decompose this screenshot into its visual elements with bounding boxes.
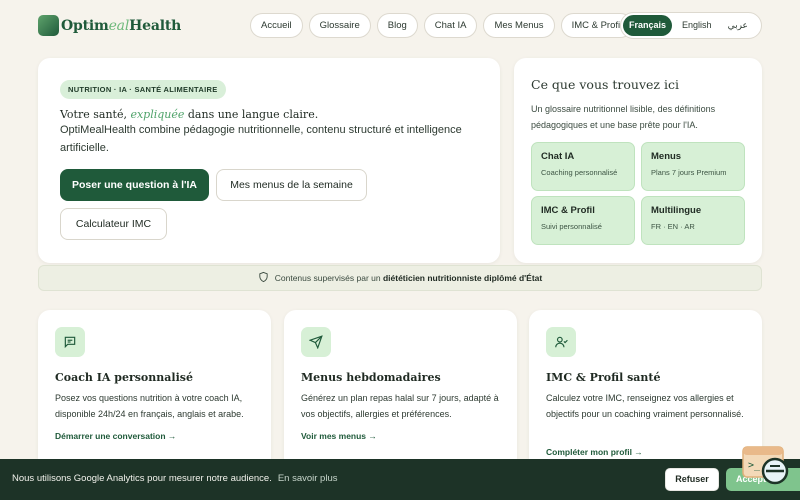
shield-icon — [258, 271, 269, 285]
hero-description: OptiMealHealth combine pédagogie nutriti… — [60, 124, 462, 154]
supervision-text: Contenus supervisés par un diététicien n… — [274, 273, 543, 283]
tile-subtitle: FR · EN · AR — [651, 222, 695, 231]
nav-glossaire[interactable]: Glossaire — [308, 13, 371, 38]
lang-ar[interactable]: عربي — [722, 15, 754, 36]
tile-title: Menus — [651, 151, 682, 162]
feature-description: Calculez votre IMC, renseignez vos aller… — [546, 393, 744, 419]
weekly-menus-button[interactable]: Mes menus de la semaine — [216, 169, 367, 201]
start-conversation-link[interactable]: Démarrer une conversation → — [55, 431, 176, 441]
feature-title: IMC & Profil santé — [546, 371, 661, 384]
cookie-learn-more-link[interactable]: En savoir plus — [278, 473, 338, 484]
summary-title: Ce que vous trouvez ici — [531, 77, 679, 92]
nav-blog[interactable]: Blog — [376, 13, 418, 38]
logo[interactable]: OptimealHealth — [38, 15, 181, 36]
lang-en[interactable]: English — [676, 15, 718, 36]
chat-widget-icon[interactable]: >_ — [740, 444, 792, 490]
language-switcher: Français English عربي — [620, 12, 762, 39]
tile-menus[interactable]: Menus Plans 7 jours Premium — [641, 142, 745, 191]
site-header: OptimealHealth Accueil Glossaire Blog Ch… — [0, 0, 800, 52]
logo-text: OptimealHealth — [61, 17, 182, 34]
features-summary-card: Ce que vous trouvez ici Un glossaire nut… — [514, 58, 762, 263]
message-square-icon — [55, 327, 85, 357]
hero-card: NUTRITION · IA · SANTÉ ALIMENTAIRE Votre… — [38, 58, 500, 263]
complete-profile-link[interactable]: Compléter mon profil → — [546, 447, 643, 457]
tile-title: IMC & Profil — [541, 205, 595, 216]
feature-description: Posez vos questions nutrition à votre co… — [55, 393, 244, 419]
feature-card-menus: Menus hebdomadaires Générez un plan repa… — [284, 310, 517, 470]
feature-card-imc: IMC & Profil santé Calculez votre IMC, r… — [529, 310, 762, 470]
nav-chat-ia[interactable]: Chat IA — [423, 13, 478, 38]
nav-mes-menus[interactable]: Mes Menus — [483, 13, 555, 38]
hero-tagline: Votre santé, expliquée dans une langue c… — [60, 108, 319, 121]
send-icon — [301, 327, 331, 357]
cookie-refuse-button[interactable]: Refuser — [665, 468, 719, 491]
user-profile-icon — [546, 327, 576, 357]
tile-chat-ia[interactable]: Chat IA Coaching personnalisé — [531, 142, 635, 191]
hero-badge: NUTRITION · IA · SANTÉ ALIMENTAIRE — [60, 80, 226, 99]
see-menus-link[interactable]: Voir mes menus → — [301, 431, 377, 441]
bmi-calculator-button[interactable]: Calculateur IMC — [60, 208, 167, 240]
supervision-banner: Contenus supervisés par un diététicien n… — [38, 265, 762, 291]
main-nav: Accueil Glossaire Blog Chat IA Mes Menus… — [250, 13, 634, 38]
tile-imc-profil[interactable]: IMC & Profil Suivi personnalisé — [531, 196, 635, 245]
summary-description: Un glossaire nutritionnel lisible, des d… — [531, 104, 716, 130]
feature-title: Coach IA personnalisé — [55, 371, 193, 384]
tile-title: Chat IA — [541, 151, 575, 162]
tile-subtitle: Plans 7 jours Premium — [651, 168, 727, 177]
feature-title: Menus hebdomadaires — [301, 371, 441, 384]
ask-ai-button[interactable]: Poser une question à l'IA — [60, 169, 209, 201]
logo-icon — [38, 15, 59, 36]
feature-description: Générez un plan repas halal sur 7 jours,… — [301, 393, 499, 419]
tile-subtitle: Suivi personnalisé — [541, 222, 602, 231]
tile-subtitle: Coaching personnalisé — [541, 168, 618, 177]
nav-accueil[interactable]: Accueil — [250, 13, 303, 38]
cookie-text: Nous utilisons Google Analytics pour mes… — [12, 473, 338, 484]
tile-multilingue[interactable]: Multilingue FR · EN · AR — [641, 196, 745, 245]
tile-title: Multilingue — [651, 205, 702, 216]
svg-text:>_: >_ — [748, 460, 761, 471]
feature-card-coach: Coach IA personnalisé Posez vos question… — [38, 310, 271, 470]
lang-fr[interactable]: Français — [623, 15, 673, 36]
